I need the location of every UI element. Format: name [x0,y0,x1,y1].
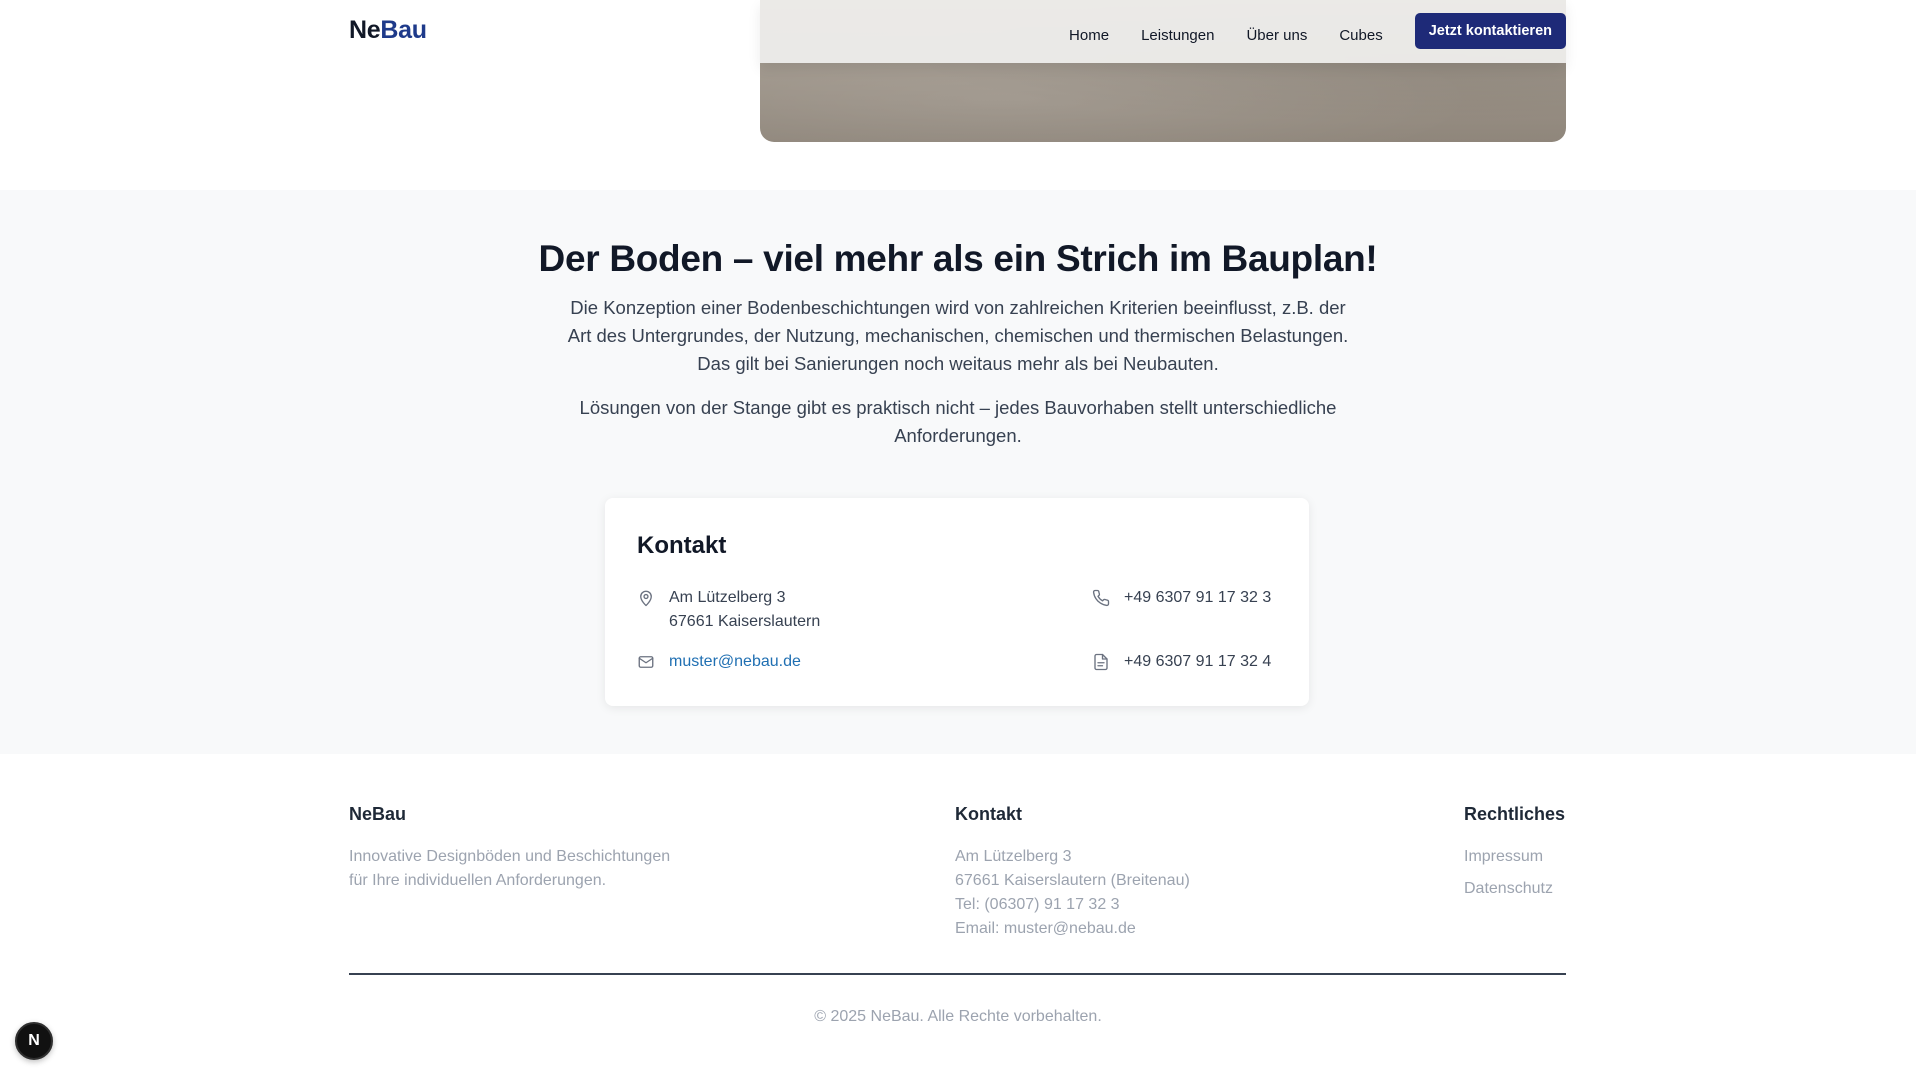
address-line-1: Am Lützelberg 3 [669,589,786,606]
logo-text-accent: Bau [380,16,427,44]
nextjs-dev-badge[interactable]: N [15,1022,53,1060]
footer-contact-heading: Kontakt [955,804,1022,824]
document-icon [1094,653,1108,671]
main-navigation: Home Leistungen Über uns Cubes Jetzt kon… [1037,13,1566,49]
footer-contact-column: Kontakt Am Lützelberg 3 67661 Kaiserslau… [955,804,1190,941]
copyright-text: © 2025 NeBau. Alle Rechte vorbehalten. [814,1008,1102,1025]
footer-contact-line: 67661 Kaiserslautern (Breitenau) [955,872,1190,889]
site-footer: NeBau Innovative Designböden und Beschic… [0,754,1916,1077]
footer-brand-heading: NeBau [349,804,407,824]
phone-number: +49 6307 91 17 32 3 [1124,589,1272,606]
contact-address: Am Lützelberg 3 67661 Kaiserslautern [637,586,820,634]
fax-number: +49 6307 91 17 32 4 [1124,653,1272,670]
section-paragraph-1: Die Konzeption einer Bodenbeschichtungen… [567,297,1349,374]
navbar: NeBau Home Leistungen Über uns Cubes Jet… [0,0,1916,63]
floor-info-section: Der Boden – viel mehr als ein Strich im … [0,190,1916,754]
site-logo[interactable]: NeBau [349,16,427,45]
email-link[interactable]: muster@nebau.de [669,650,801,674]
contact-card: Kontakt Am Lützelberg 3 67661 Kaiserslau… [605,498,1309,706]
nav-link-home[interactable]: Home [1069,27,1109,44]
logo-text-primary: Ne [349,16,381,44]
footer-legal-heading: Rechtliches [1464,804,1566,824]
footer-link-impressum[interactable]: Impressum [1464,845,1565,869]
footer-link-datenschutz[interactable]: Datenschutz [1464,877,1565,901]
dev-badge-letter: N [28,1032,40,1049]
footer-contact-line: Am Lützelberg 3 [955,848,1072,865]
contact-phone[interactable]: +49 6307 91 17 32 3 [1092,586,1271,610]
section-title: Der Boden – viel mehr als ein Strich im … [538,238,1378,279]
footer-contact-line: Tel: (06307) 91 17 32 3 [955,896,1120,913]
footer-brand-column: NeBau Innovative Designböden und Beschic… [349,804,670,893]
footer-divider [349,973,1566,975]
footer-brand-text-1: Innovative Designböden und Beschichtunge… [349,848,671,865]
nav-link-leistungen[interactable]: Leistungen [1141,27,1214,44]
phone-icon [1092,589,1110,607]
mail-icon [638,656,654,668]
contact-fax: +49 6307 91 17 32 4 [1092,650,1271,674]
footer-legal-column: Rechtliches Impressum Datenschutz [1464,804,1565,909]
contact-card-title: Kontakt [637,532,727,559]
footer-brand-text-2: für Ihre individuellen Anforderungen. [349,872,607,889]
nav-link-ueber-uns[interactable]: Über uns [1246,27,1307,44]
section-paragraph-2: Lösungen von der Stange gibt es praktisc… [579,397,1337,446]
address-line-2: 67661 Kaiserslautern [669,613,821,630]
map-pin-icon [640,590,652,607]
nav-link-cubes[interactable]: Cubes [1339,27,1382,44]
contact-email: muster@nebau.de [637,650,801,674]
contact-cta-button[interactable]: Jetzt kontaktieren [1414,13,1566,49]
footer-contact-line: Email: muster@nebau.de [955,920,1136,937]
